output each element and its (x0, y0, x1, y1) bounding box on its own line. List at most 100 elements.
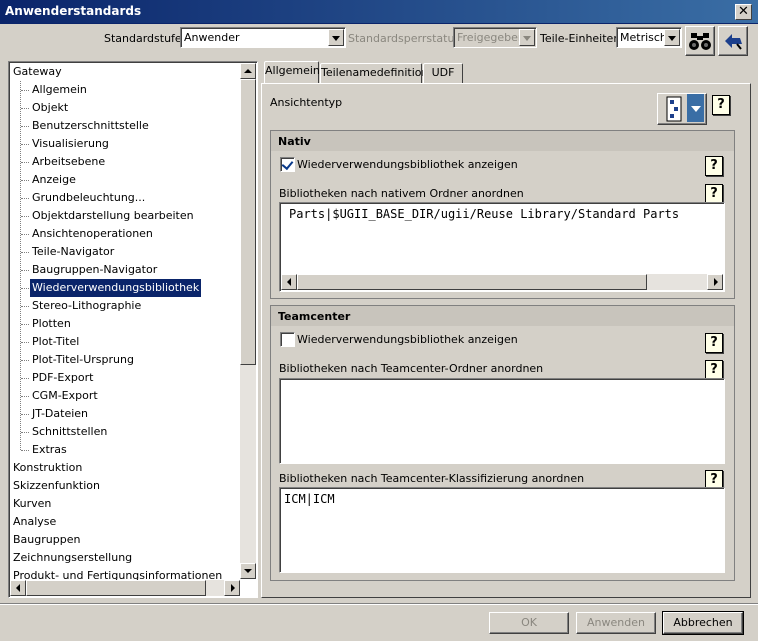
tab-teilenamedefinition[interactable]: Teilenamedefinition (320, 63, 428, 83)
tree-item-label: Stereo-Lithographie (32, 299, 142, 312)
nativ-hscrollbar[interactable] (281, 274, 723, 290)
help-icon[interactable]: ? (705, 333, 723, 353)
scroll-left-icon[interactable] (10, 580, 26, 596)
tree-item-top[interactable]: Kurven (9, 495, 239, 513)
standardstufe-select[interactable]: Anwender (180, 27, 346, 48)
tree-item-child[interactable]: Extras (9, 441, 239, 459)
scroll-down-icon[interactable] (240, 563, 256, 579)
teamcenter-order-textarea[interactable] (279, 378, 725, 464)
tree-connector (21, 90, 29, 91)
tree-connector (21, 288, 29, 289)
tree-item-child[interactable]: Plotten (9, 315, 239, 333)
tree-vertical-scrollbar[interactable] (240, 63, 256, 579)
tree-item-child[interactable]: Schnittstellen (9, 423, 239, 441)
help-icon[interactable]: ? (705, 156, 723, 176)
tree-item-child[interactable]: Plot-Titel-Ursprung (9, 351, 239, 369)
tree-connector (21, 450, 29, 451)
tree-item-child[interactable]: Arbeitsebene (9, 153, 239, 171)
ansichtentyp-select[interactable] (657, 93, 707, 125)
tree-item-child[interactable]: PDF-Export (9, 369, 239, 387)
tree-item-child[interactable]: Objektdarstellung bearbeiten (9, 207, 239, 225)
button-separator (0, 603, 758, 605)
tree-item-child[interactable]: Grundbeleuchtung... (9, 189, 239, 207)
tree-item-top[interactable]: Konstruktion (9, 459, 239, 477)
tab-allgemein[interactable]: Allgemein (264, 61, 320, 83)
nativ-show-library-checkbox[interactable] (280, 157, 295, 172)
tree-item-child[interactable]: Wiederverwendungsbibliothek (9, 279, 239, 297)
tree-item-top[interactable]: Skizzenfunktion (9, 477, 239, 495)
category-tree[interactable]: Gateway Allgemein Objekt Benutzerschnittste… (9, 62, 257, 598)
teamcenter-show-library-checkbox[interactable] (280, 332, 295, 347)
tree-item-label: Visualisierung (32, 137, 109, 150)
tree-item-label: Kurven (13, 497, 52, 510)
teamcenter-class-value: ICM|ICM (284, 492, 335, 506)
tree-item-top[interactable]: Analyse (9, 513, 239, 531)
tree-item-label: Baugruppen-Navigator (32, 263, 158, 276)
tree-item-label: Wiederverwendungsbibliothek (30, 279, 202, 297)
tree-horizontal-scrollbar[interactable] (10, 580, 240, 596)
help-icon[interactable]: ? (712, 95, 730, 115)
scroll-up-icon[interactable] (240, 63, 256, 79)
tree-item-label: Schnittstellen (32, 425, 108, 438)
tree-item-label: Plot-Titel (32, 335, 80, 348)
nativ-hscroll-thumb[interactable] (297, 274, 647, 290)
sperrstatus-select[interactable]: Freigegeben (453, 27, 537, 48)
tree-item-label: Extras (32, 443, 67, 456)
tree-item-child[interactable]: Benutzerschnittstelle (9, 117, 239, 135)
tree-item-child[interactable]: CGM-Export (9, 387, 239, 405)
tree-item-child[interactable]: Anzeige (9, 171, 239, 189)
tree-item-label: Anzeige (32, 173, 76, 186)
teamcenter-class-textarea[interactable]: ICM|ICM (279, 487, 725, 573)
tree-item-label: Zeichnungserstellung (13, 551, 133, 564)
tree-item-child[interactable]: Teile-Navigator (9, 243, 239, 261)
scroll-right-icon[interactable] (224, 580, 240, 596)
tree-item-gateway[interactable]: Gateway (9, 63, 239, 81)
help-icon[interactable]: ? (705, 184, 723, 204)
einheiten-select[interactable]: Metrisch (616, 27, 682, 48)
tree-item-child[interactable]: Plot-Titel (9, 333, 239, 351)
tree-item-label: Teile-Navigator (32, 245, 115, 258)
tree-item-top[interactable]: Baugruppen (9, 531, 239, 549)
tree-item-child[interactable]: Objekt (9, 99, 239, 117)
ok-button[interactable]: OK (489, 612, 569, 634)
tree-item-child[interactable]: Baugruppen-Navigator (9, 261, 239, 279)
tree-item-child[interactable]: Ansichtenoperationen (9, 225, 239, 243)
cancel-button[interactable]: Abbrechen (662, 611, 744, 635)
nativ-group-title: Nativ (278, 135, 311, 148)
tab-udf[interactable]: UDF (423, 63, 463, 83)
chevron-down-icon[interactable] (664, 29, 680, 46)
tree-hscroll-thumb[interactable] (26, 580, 206, 596)
tree-item-child[interactable]: Allgemein (9, 81, 239, 99)
tree-connector (21, 342, 29, 343)
teamcenter-show-library-label: Wiederverwendungsbibliothek anzeigen (297, 333, 518, 346)
einheiten-label: Teile-Einheiten (540, 32, 621, 45)
tree-connector (21, 234, 29, 235)
window-title: Anwenderstandards (5, 4, 142, 18)
tree-item-top[interactable]: Zeichnungserstellung (9, 549, 239, 567)
tree-item-label: JT-Dateien (32, 407, 89, 420)
close-button[interactable]: ✕ (735, 4, 752, 20)
find-button[interactable] (685, 26, 715, 56)
tree-item-label: Arbeitsebene (32, 155, 106, 168)
tree-scroll-thumb[interactable] (240, 79, 256, 365)
tree-item-label: PDF-Export (32, 371, 94, 384)
chevron-down-icon[interactable] (519, 29, 535, 46)
scroll-left-icon[interactable] (281, 274, 297, 290)
reset-button[interactable] (718, 26, 748, 56)
apply-button[interactable]: Anwenden (576, 612, 656, 634)
tree-item-child[interactable]: Visualisierung (9, 135, 239, 153)
chevron-down-icon[interactable] (328, 29, 344, 46)
reset-arrow-icon (725, 34, 742, 50)
tree-item-label: Gateway (13, 65, 62, 78)
chevron-down-icon[interactable] (687, 94, 704, 122)
scroll-right-icon[interactable] (707, 274, 723, 290)
tree-item-child[interactable]: Stereo-Lithographie (9, 297, 239, 315)
tree-connector (21, 306, 29, 307)
teamcenter-group-title: Teamcenter (278, 310, 351, 323)
help-icon[interactable]: ? (705, 360, 723, 380)
nativ-order-textarea[interactable]: Parts|$UGII_BASE_DIR/ugii/Reuse Library/… (279, 202, 725, 292)
nativ-show-library-label: Wiederverwendungsbibliothek anzeigen (297, 158, 518, 171)
tree-item-child[interactable]: JT-Dateien (9, 405, 239, 423)
tree-connector (21, 216, 29, 217)
sperrstatus-label: Standardsperrstatus (348, 32, 461, 45)
